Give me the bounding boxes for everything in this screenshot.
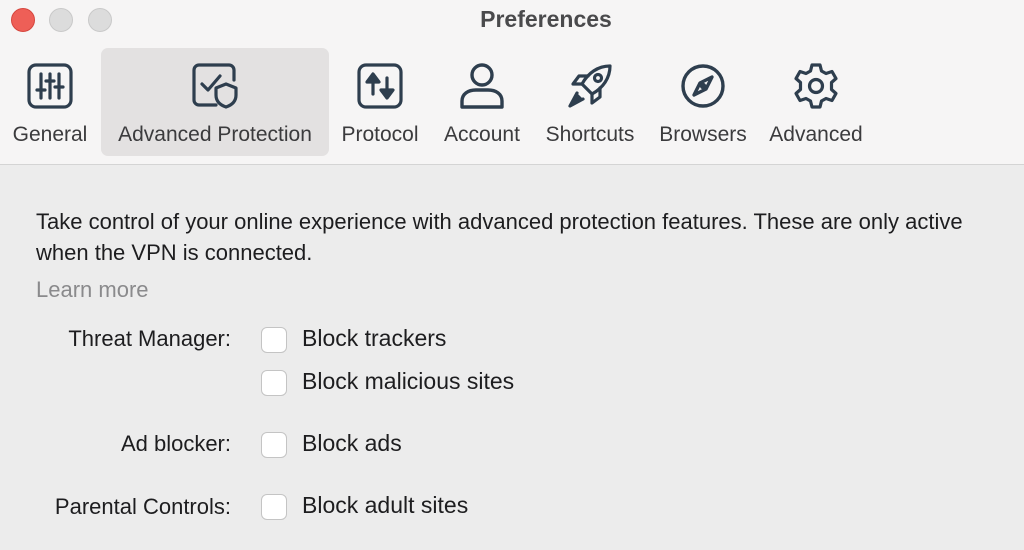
shield-check-icon — [189, 60, 241, 112]
parental-controls-label: Parental Controls: — [54, 494, 231, 519]
block-trackers-label[interactable]: Block trackers — [302, 325, 446, 352]
tab-label: Shortcuts — [545, 123, 635, 146]
tab-label: Account — [444, 123, 520, 146]
description-text: Take control of your online experience w… — [36, 209, 963, 265]
gear-icon — [790, 60, 842, 112]
title-bar: Preferences General Advanced Protection … — [0, 0, 1024, 165]
tab-shortcuts[interactable]: Shortcuts — [536, 48, 644, 156]
block-adult-sites-label[interactable]: Block adult sites — [302, 492, 468, 519]
sliders-icon — [24, 60, 76, 112]
block-trackers-checkbox[interactable] — [261, 327, 287, 353]
rocket-icon — [564, 60, 616, 112]
preferences-content: Take control of your online experience w… — [0, 166, 1024, 550]
tab-advanced-protection[interactable]: Advanced Protection — [101, 48, 329, 156]
block-ads-label[interactable]: Block ads — [302, 430, 402, 457]
block-malicious-sites-label[interactable]: Block malicious sites — [302, 368, 514, 395]
tab-protocol[interactable]: Protocol — [334, 48, 426, 156]
protocol-arrows-icon — [354, 60, 406, 112]
block-malicious-sites-checkbox[interactable] — [261, 370, 287, 396]
tab-browsers[interactable]: Browsers — [652, 48, 754, 156]
block-adult-sites-checkbox[interactable] — [261, 494, 287, 520]
tab-account[interactable]: Account — [436, 48, 528, 156]
tab-label: Advanced — [769, 123, 863, 146]
tab-general[interactable]: General — [4, 48, 96, 156]
compass-icon — [677, 60, 729, 112]
learn-more-link[interactable]: Learn more — [36, 277, 149, 303]
block-ads-checkbox[interactable] — [261, 432, 287, 458]
tab-label: Browsers — [659, 123, 747, 146]
tab-advanced[interactable]: Advanced — [762, 48, 870, 156]
tab-label: General — [12, 123, 88, 146]
tab-label: Advanced Protection — [118, 123, 312, 146]
ad-blocker-label: Ad blocker: — [120, 431, 231, 456]
window-title: Preferences — [480, 6, 612, 32]
person-icon — [456, 60, 508, 112]
threat-manager-label: Threat Manager: — [68, 326, 231, 351]
tab-label: Protocol — [341, 123, 419, 146]
